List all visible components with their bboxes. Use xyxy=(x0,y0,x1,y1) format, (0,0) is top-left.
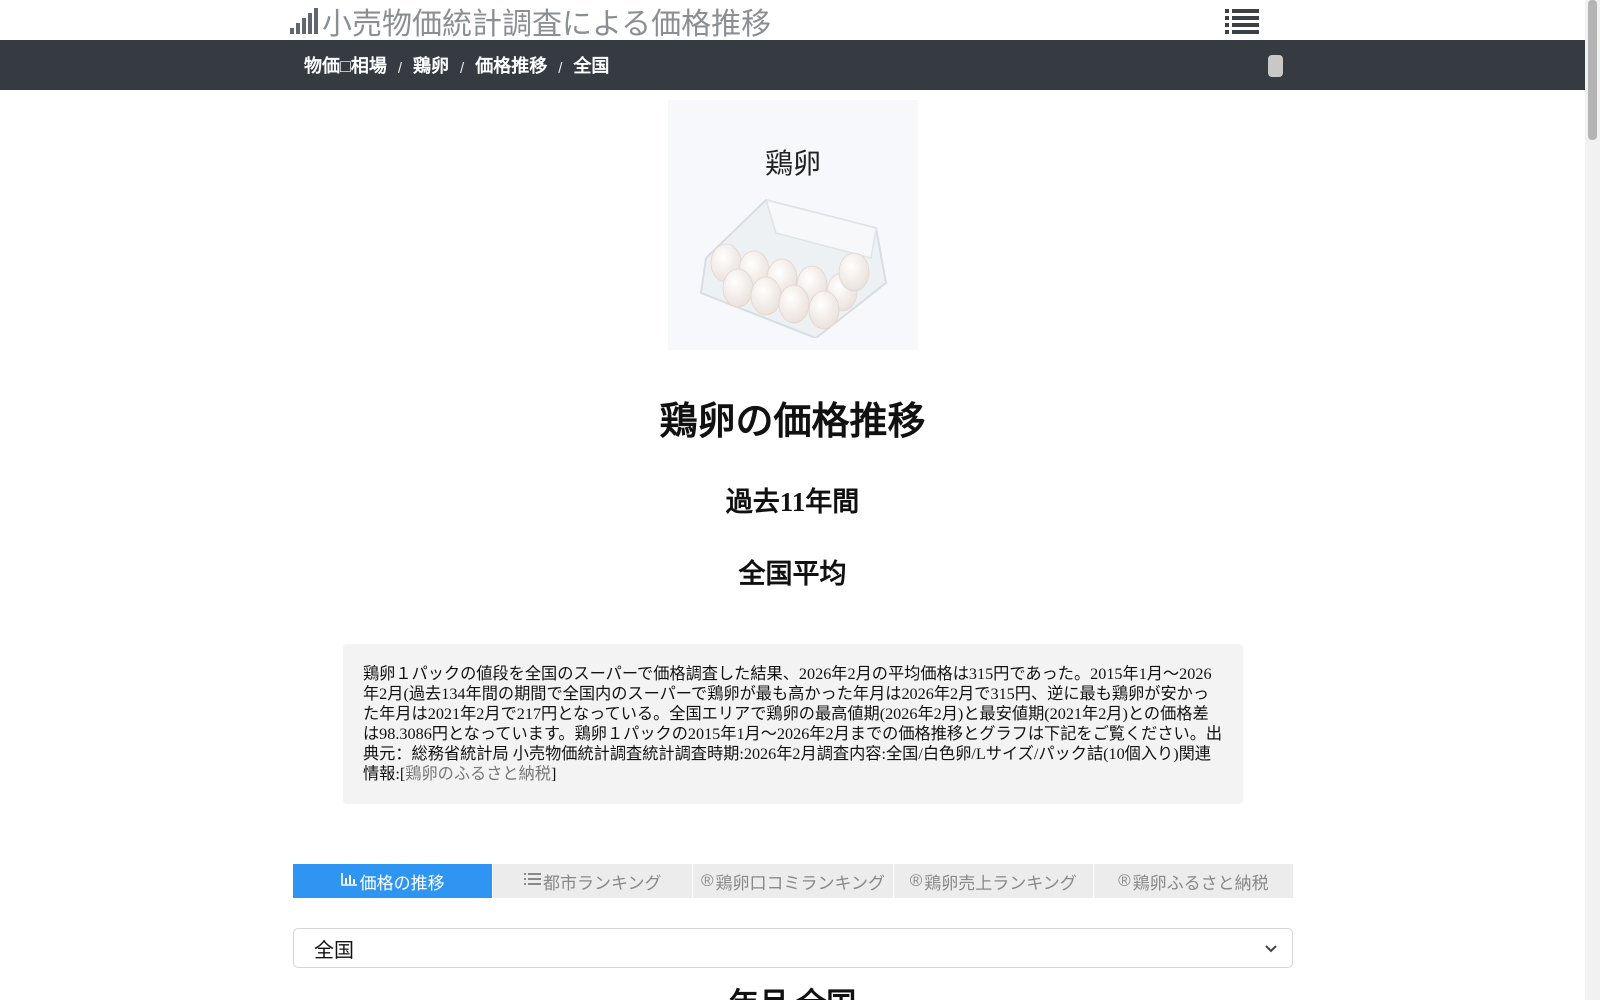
tab-sales-ranking[interactable]: ® 鶏卵売上ランキング xyxy=(893,864,1094,898)
breadcrumb-separator: / xyxy=(460,59,465,77)
top-header: 小売物価統計調査による価格推移 xyxy=(0,0,1585,41)
region-select-value: 全国 xyxy=(314,939,354,962)
tab-label: 価格の推移 xyxy=(359,873,445,893)
chart-section-heading: 年月 全国 xyxy=(0,985,1585,1000)
page-title: 鶏卵の価格推移 xyxy=(659,401,926,443)
breadcrumb: 物価□相場 / 鶏卵 / 価格推移 / 全国 xyxy=(304,40,609,90)
site-title: 小売物価統計調査による価格推移 xyxy=(322,8,772,41)
registered-icon: ® xyxy=(909,871,923,890)
product-card: 鶏卵 xyxy=(668,100,918,350)
list-icon xyxy=(524,871,542,891)
tab-label: 鶏卵売上ランキング xyxy=(924,873,1077,893)
egg-carton-image xyxy=(699,198,888,338)
tab-label: 鶏卵ふるさと納税 xyxy=(1132,873,1269,893)
furusato-link[interactable]: 鶏卵のふるさと納税 xyxy=(405,765,551,783)
tab-furusato[interactable]: ® 鶏卵ふるさと納税 xyxy=(1093,864,1294,898)
region-select[interactable]: 全国 xyxy=(293,928,1293,968)
bar-chart-icon xyxy=(340,871,358,891)
tab-bar: 価格の推移 都市ランキング ® 鶏卵口コミランキング ® 鶏卵売上ランキング ®… xyxy=(293,864,1294,898)
site-title-link[interactable]: 小売物価統計調査による価格推移 xyxy=(290,2,772,41)
tab-city-ranking[interactable]: 都市ランキング xyxy=(493,864,694,898)
description-closing: ] xyxy=(550,765,557,783)
chevron-down-icon xyxy=(1265,945,1277,953)
registered-icon: ® xyxy=(700,871,714,890)
breadcrumb-item-egg[interactable]: 鶏卵 xyxy=(413,52,449,78)
tab-review-ranking[interactable]: ® 鶏卵口コミランキング xyxy=(693,864,894,898)
description-box: 鶏卵１パックの値段を全国のスーパーで価格調査した結果、2026年2月の平均価格は… xyxy=(343,644,1243,804)
period-heading: 過去11年間 xyxy=(725,487,860,517)
breadcrumb-item-price-trend[interactable]: 価格推移 xyxy=(475,52,547,78)
tab-label: 都市ランキング xyxy=(543,873,662,893)
breadcrumb-bar: 物価□相場 / 鶏卵 / 価格推移 / 全国 xyxy=(0,40,1585,90)
product-name: 鶏卵 xyxy=(764,148,821,179)
tab-price-trend[interactable]: 価格の推移 xyxy=(293,864,494,898)
registered-icon: ® xyxy=(1118,871,1131,890)
page-scrollbar[interactable] xyxy=(1585,0,1600,1000)
breadcrumb-separator: / xyxy=(558,59,563,77)
list-menu-icon[interactable] xyxy=(1225,7,1259,35)
signal-bars-icon xyxy=(290,8,318,34)
scrollbar-thumb[interactable] xyxy=(1588,0,1597,140)
breadcrumb-separator: / xyxy=(397,59,403,77)
tab-label: 鶏卵口コミランキング xyxy=(715,873,886,893)
breadcrumb-item-prices[interactable]: 物価□相場 xyxy=(304,52,387,78)
nav-toggle-icon[interactable] xyxy=(1268,55,1283,77)
region-heading: 全国平均 xyxy=(738,559,847,589)
breadcrumb-item-nationwide[interactable]: 全国 xyxy=(573,52,609,78)
